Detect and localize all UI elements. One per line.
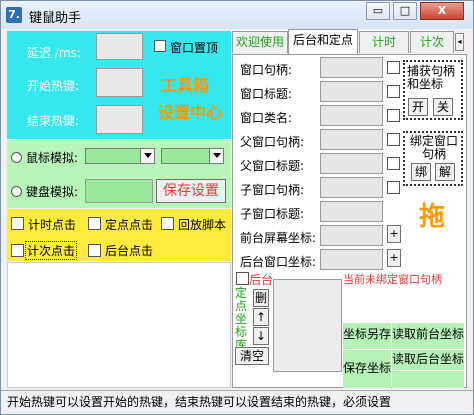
log-area xyxy=(7,262,231,388)
tab-background-fixed[interactable]: 后台和定点 xyxy=(288,29,358,54)
parent-title-label: 父窗口标题: xyxy=(240,159,305,173)
timed-click-checkbox[interactable] xyxy=(11,217,24,230)
child-handle-label: 子窗口句柄: xyxy=(240,183,305,197)
bind-box-title: 绑定窗口句柄 xyxy=(409,134,458,161)
front-coord-label: 前台屏幕坐标: xyxy=(240,231,317,245)
timed-click-label: 计时点击 xyxy=(28,218,77,232)
replay-script-checkbox[interactable] xyxy=(161,217,174,230)
delay-input[interactable] xyxy=(96,33,143,60)
replay-script-label: 回放脚本 xyxy=(178,218,227,232)
coord-up-button[interactable]: ↑ xyxy=(253,308,269,326)
app-logo: 7. xyxy=(6,7,22,23)
settings-center-label: 设置中心 xyxy=(158,103,223,122)
chevron-down-icon xyxy=(209,149,223,163)
parent-handle-field[interactable] xyxy=(320,129,383,150)
child-title-field[interactable] xyxy=(320,201,383,222)
back-coord-plus-button[interactable]: + xyxy=(387,249,401,267)
capture-on-button[interactable]: 开 xyxy=(408,98,428,116)
fixed-click-label: 定点点击 xyxy=(105,218,154,232)
back-coord-label: 后台窗口坐标: xyxy=(240,255,317,269)
child-handle-field[interactable] xyxy=(320,177,383,198)
coord-library-label: 定点坐标库 xyxy=(235,286,248,352)
window-class-checkbox[interactable] xyxy=(387,109,400,122)
coord-delete-button[interactable]: 删 xyxy=(253,289,269,307)
maximize-button[interactable]: □ xyxy=(393,2,417,20)
fixed-click-checkbox[interactable] xyxy=(88,217,101,230)
parent-handle-checkbox[interactable] xyxy=(387,133,400,146)
chevron-down-icon xyxy=(140,149,154,163)
count-click-checkbox[interactable] xyxy=(11,244,24,257)
capture-off-button[interactable]: 关 xyxy=(433,98,453,116)
coord-list[interactable] xyxy=(273,279,342,372)
keyboard-key-input[interactable] xyxy=(85,179,153,203)
coord-clear-button[interactable]: 清空 xyxy=(235,347,269,365)
parent-title-field[interactable] xyxy=(320,153,383,174)
window-handle-checkbox[interactable] xyxy=(387,61,400,74)
parent-handle-label: 父窗口句柄: xyxy=(240,135,305,149)
mouse-mode-radio[interactable] xyxy=(11,152,22,163)
window-class-label: 窗口类名: xyxy=(240,111,293,125)
stop-hotkey-label: 结束热键: xyxy=(27,114,80,128)
window-handle-field[interactable] xyxy=(320,57,383,78)
window-handle-label: 窗口句柄: xyxy=(240,63,293,77)
child-title-label: 子窗口标题: xyxy=(240,207,305,221)
toolbox-label: 工具箱 xyxy=(161,76,210,95)
background-click-checkbox[interactable] xyxy=(88,244,101,257)
close-button[interactable]: X xyxy=(420,2,464,20)
status-bar: 开始热键可以设置开始的热键，结束热键可以设置结束的热键，必须设置 xyxy=(1,390,473,414)
background-checkbox[interactable] xyxy=(236,272,249,285)
child-handle-checkbox[interactable] xyxy=(387,181,400,194)
read-back-coord-button[interactable]: 读取后台坐标 xyxy=(392,350,464,370)
save-coords-button[interactable]: 保存坐标 xyxy=(343,350,391,388)
coord-down-button[interactable]: ↓ xyxy=(253,327,269,345)
window-title-field[interactable] xyxy=(320,81,383,102)
background-label: 后台 xyxy=(249,273,274,287)
topmost-label: 窗口置顶 xyxy=(170,41,219,55)
back-coord-field[interactable] xyxy=(320,249,383,270)
parent-title-checkbox[interactable] xyxy=(387,157,400,170)
tab-welcome[interactable]: 欢迎使用 xyxy=(232,31,288,53)
keyboard-mode-radio[interactable] xyxy=(11,186,22,197)
tab-timer[interactable]: 计时 xyxy=(359,31,409,53)
bind-button[interactable]: 绑 xyxy=(411,163,431,181)
front-coord-field[interactable] xyxy=(320,225,383,246)
window-title: 键鼠助手 xyxy=(29,11,82,26)
count-click-label: 计次点击 xyxy=(25,241,78,260)
capture-box-title: 捕获句柄和坐标 xyxy=(407,64,456,91)
stop-hotkey-input[interactable] xyxy=(96,105,143,134)
tab-scroll-icon[interactable]: ◂ xyxy=(455,33,464,51)
coord-extra-button[interactable] xyxy=(392,371,464,388)
topmost-checkbox[interactable] xyxy=(154,40,166,52)
tab-counter[interactable]: 计次 xyxy=(410,31,454,53)
title-bar: 7. 键鼠助手 ▭ □ X xyxy=(1,1,473,29)
unbound-warning: 当前未绑定窗口句柄 xyxy=(343,273,442,286)
coord-save-as-button[interactable]: 坐标另存 xyxy=(343,323,391,349)
app-window: 7. 键鼠助手 ▭ □ X 延迟 /ms: 窗口置顶 开始热键: 工具箱 结束热… xyxy=(0,0,474,415)
drag-target-label[interactable]: 拖 xyxy=(419,196,445,233)
keyboard-mode-label: 键盘模拟: xyxy=(26,185,79,199)
start-hotkey-label: 开始热键: xyxy=(27,79,80,93)
mouse-button-select[interactable] xyxy=(85,148,155,164)
mouse-mode-label: 鼠标模拟: xyxy=(26,151,79,165)
minimize-button[interactable]: ▭ xyxy=(366,2,390,20)
read-front-coord-button[interactable]: 读取前台坐标 xyxy=(392,323,464,349)
background-click-label: 后台点击 xyxy=(105,244,154,258)
window-class-field[interactable] xyxy=(320,105,383,126)
delay-label: 延迟 /ms: xyxy=(27,46,81,60)
unbind-button[interactable]: 解 xyxy=(435,163,455,181)
save-settings-button[interactable]: 保存设置 xyxy=(156,179,226,203)
front-coord-plus-button[interactable]: + xyxy=(387,225,401,243)
click-type-select[interactable] xyxy=(161,148,224,164)
window-title-label: 窗口标题: xyxy=(240,87,293,101)
start-hotkey-input[interactable] xyxy=(96,68,143,97)
window-title-checkbox[interactable] xyxy=(387,85,400,98)
